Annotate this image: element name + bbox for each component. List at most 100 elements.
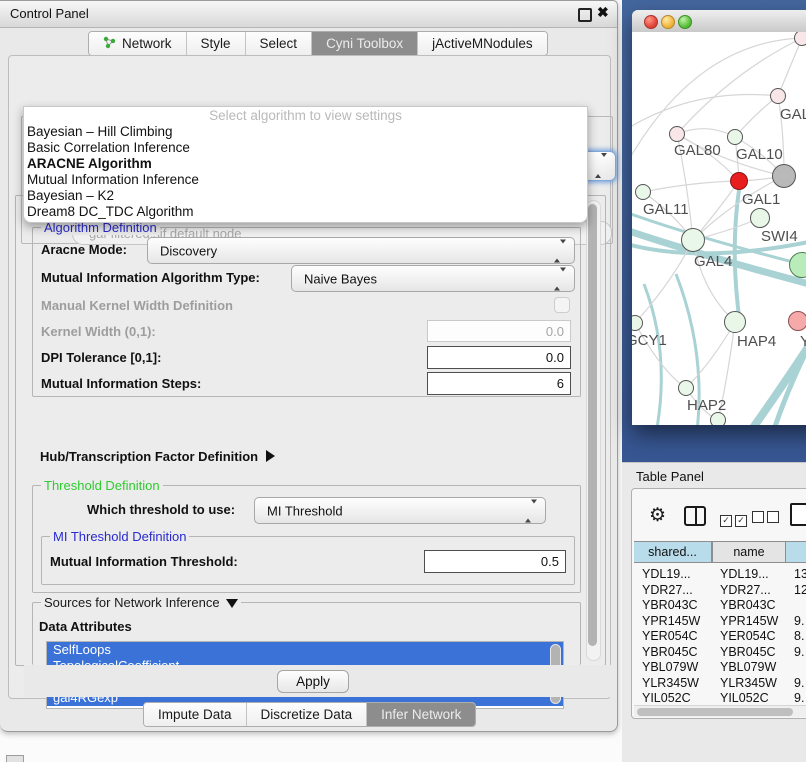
combo-stepper-icon (554, 271, 566, 286)
columns-icon[interactable] (684, 506, 706, 526)
tab-discretize-data[interactable]: Discretize Data (247, 703, 368, 726)
popup-item-selected[interactable]: ARACNE Algorithm (24, 156, 587, 172)
network-node[interactable] (788, 311, 806, 331)
which-threshold-combo[interactable]: MI Threshold (254, 497, 546, 524)
algorithm-definition-group: Algorithm Definition Aracne Mode: Discov… (32, 227, 581, 397)
data-attributes-label: Data Attributes (39, 619, 132, 634)
popup-item[interactable]: Basic Correlation Inference (24, 140, 587, 156)
tab-select[interactable]: Select (246, 32, 313, 55)
table-hscrollbar[interactable] (634, 705, 806, 717)
popup-item[interactable]: Bayesian – K2 (24, 188, 587, 204)
node-label: HAP4 (737, 333, 776, 350)
settings-scrollbar-thumb[interactable] (588, 204, 597, 646)
mini-panel-button[interactable] (6, 755, 24, 762)
network-node[interactable] (724, 311, 746, 333)
popup-item[interactable]: Bayesian – Hill Climbing (24, 124, 587, 140)
mi-threshold-field[interactable]: 0.5 (424, 550, 566, 573)
column-header[interactable]: shared... (634, 541, 712, 563)
manual-kernel-label: Manual Kernel Width Definition (41, 298, 233, 313)
popup-prompt: Select algorithm to view settings (24, 107, 587, 124)
apply-button[interactable]: Apply (277, 670, 349, 693)
table-row[interactable]: YPR145WYPR145W9. (634, 614, 806, 630)
tab-impute-data[interactable]: Impute Data (144, 703, 247, 726)
attribute-item[interactable]: SelfLoops (47, 642, 563, 658)
node-label: GAL11 (643, 201, 689, 218)
sources-title[interactable]: Sources for Network Inference (41, 595, 241, 610)
network-canvas[interactable]: GAL GAL80 GAL10 GAL1 GAL11 SWI4 GAL4 GCY… (632, 32, 806, 425)
collapse-down-icon (226, 599, 238, 608)
popup-item[interactable]: Mutual Information Inference (24, 172, 587, 188)
combo-stepper-icon (595, 157, 607, 175)
node-label: SWI4 (761, 228, 798, 245)
column-header[interactable]: name (712, 541, 786, 563)
control-panel-window: Control Panel ✖ Network Style Select Cyn… (0, 0, 618, 732)
tab-network-label: Network (122, 36, 172, 51)
network-node[interactable] (681, 228, 705, 252)
table-panel-title: Table Panel (636, 469, 704, 484)
minimize-traffic-light-icon[interactable] (661, 15, 675, 29)
network-node-red[interactable] (730, 172, 748, 190)
network-node[interactable] (794, 32, 806, 46)
network-node-gray[interactable] (772, 164, 796, 188)
close-icon[interactable]: ✖ (597, 4, 609, 21)
table-row[interactable]: YLR345WYLR345W9. (634, 676, 806, 692)
gear-icon[interactable]: ⚙ (649, 506, 666, 525)
tab-network[interactable]: Network (89, 32, 187, 55)
tab-infer-network[interactable]: Infer Network (367, 703, 475, 726)
network-node[interactable] (710, 412, 726, 425)
kernel-width-field[interactable]: 0.0 (427, 320, 571, 342)
tab-style[interactable]: Style (187, 32, 246, 55)
apply-strip: Apply (24, 665, 612, 697)
screen: Control Panel ✖ Network Style Select Cyn… (0, 0, 806, 762)
hub-definition-toggle[interactable]: Hub/Transcription Factor Definition (40, 448, 275, 466)
settings-scrollbar[interactable] (586, 200, 601, 661)
document-icon[interactable] (790, 503, 806, 526)
dpi-tolerance-field[interactable]: 0.0 (427, 346, 571, 369)
algorithm-popup: Select algorithm to view settings Bayesi… (23, 106, 588, 223)
manual-kernel-checkbox[interactable] (554, 297, 570, 313)
control-panel-titlebar[interactable]: Control Panel ✖ (0, 1, 617, 28)
node-label: GAL4 (694, 253, 732, 270)
table-row[interactable]: YBL079WYBL079W (634, 660, 806, 676)
threshold-definition-group: Threshold Definition Which threshold to … (32, 485, 581, 593)
table-row[interactable]: YBR043CYBR043C (634, 598, 806, 614)
table-row[interactable]: YDL19...YDL19...13 (634, 567, 806, 583)
table-row[interactable]: YBR045CYBR045C9. (634, 645, 806, 661)
float-window-icon[interactable] (578, 8, 592, 22)
node-label: GAL1 (742, 191, 780, 208)
mi-type-label: Mutual Information Algorithm Type: (41, 270, 260, 285)
column-header[interactable] (786, 541, 806, 563)
cyni-algorithm-settings-group: Cyni Algorithm Settings Algorithm Defini… (15, 195, 606, 666)
aracne-mode-combo[interactable]: Discovery (147, 237, 575, 264)
kernel-width-label: Kernel Width (0,1): (41, 324, 156, 339)
mi-algorithm-type-combo[interactable]: Naive Bayes (291, 265, 575, 292)
popup-item[interactable]: Dream8 DC_TDC Algorithm (24, 204, 587, 220)
aracne-mode-label: Aracne Mode: (41, 242, 127, 257)
close-traffic-light-icon[interactable] (644, 15, 658, 29)
node-label: GCY1 (632, 332, 667, 349)
network-node[interactable] (727, 129, 743, 145)
control-panel-tabbar: Network Style Select Cyni Toolbox jActiv… (88, 31, 548, 56)
network-window-titlebar[interactable] (632, 10, 806, 33)
table-panel-box: ⚙ ✓✓ shared... name .tp-box .th{top:52px… (631, 488, 806, 719)
table-row[interactable]: YER054CYER054C8. (634, 629, 806, 645)
table-row[interactable]: YDR27...YDR27...12 (634, 583, 806, 599)
expand-right-icon (266, 450, 275, 462)
clear-all-checks-icon[interactable] (752, 510, 782, 528)
table-hscrollbar-thumb[interactable] (637, 708, 793, 716)
node-label: Y (800, 333, 806, 350)
network-node[interactable] (635, 184, 651, 200)
combo-stepper-icon (554, 243, 566, 258)
table-row[interactable]: YIL052CYIL052C9. (634, 691, 806, 705)
tab-cyni-toolbox[interactable]: Cyni Toolbox (312, 32, 418, 55)
network-node[interactable] (678, 380, 694, 396)
network-node[interactable] (750, 208, 770, 228)
tab-jactivemnodules[interactable]: jActiveMNodules (418, 32, 547, 55)
network-node[interactable] (669, 126, 685, 142)
dpi-tolerance-label: DPI Tolerance [0,1]: (41, 350, 161, 365)
mi-threshold-label: Mutual Information Threshold: (50, 554, 238, 569)
network-node[interactable] (770, 88, 786, 104)
mi-steps-field[interactable]: 6 (427, 372, 571, 395)
select-all-checks-icon[interactable]: ✓✓ (720, 510, 750, 528)
zoom-traffic-light-icon[interactable] (678, 15, 692, 29)
